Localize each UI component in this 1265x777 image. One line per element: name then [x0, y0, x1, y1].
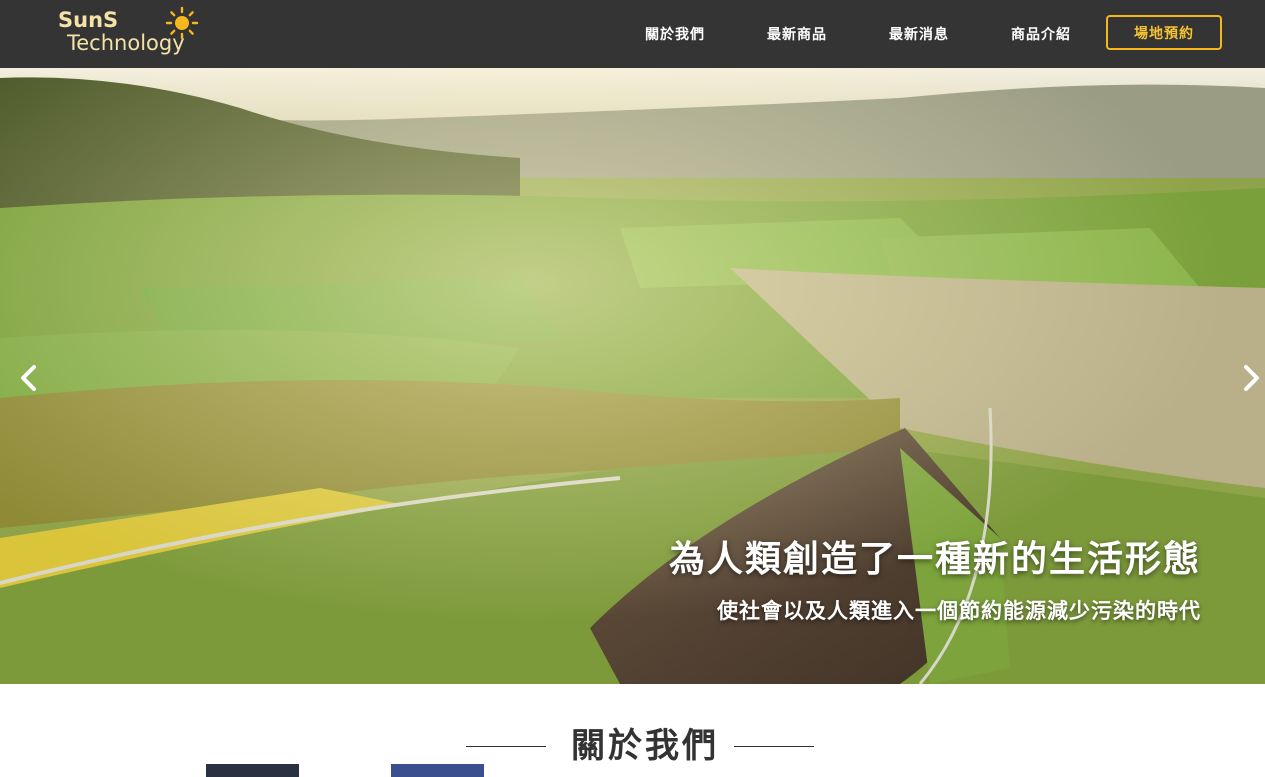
about-image-2 [391, 764, 484, 777]
logo-text-suns: SunS [58, 8, 119, 32]
sun-icon [165, 6, 199, 40]
site-header: SunS Technology 關於我們 最新商品 最新消息 商品介紹 場地預約 [0, 0, 1265, 68]
about-image-1 [206, 764, 299, 777]
logo[interactable]: SunS Technology [57, 6, 202, 62]
heading-divider-right [734, 746, 814, 747]
landscape-image [0, 68, 1265, 684]
venue-booking-button[interactable]: 場地預約 [1106, 15, 1222, 50]
heading-divider-left [466, 746, 546, 747]
hero-subtitle: 使社會以及人類進入一個節約能源減少污染的時代 [717, 599, 1201, 623]
chevron-left-icon[interactable] [17, 364, 41, 392]
hero-title: 為人類創造了一種新的生活形態 [668, 539, 1201, 580]
nav-about[interactable]: 關於我們 [645, 24, 705, 44]
about-section-header: 關於我們 [0, 718, 1265, 768]
nav-product-intro[interactable]: 商品介紹 [1011, 24, 1071, 44]
nav-new-products[interactable]: 最新商品 [767, 24, 827, 44]
chevron-right-icon[interactable] [1239, 364, 1263, 392]
hero-banner: 為人類創造了一種新的生活形態 使社會以及人類進入一個節約能源減少污染的時代 [0, 68, 1265, 684]
about-heading: 關於我們 [571, 726, 719, 766]
nav-news[interactable]: 最新消息 [889, 24, 949, 44]
